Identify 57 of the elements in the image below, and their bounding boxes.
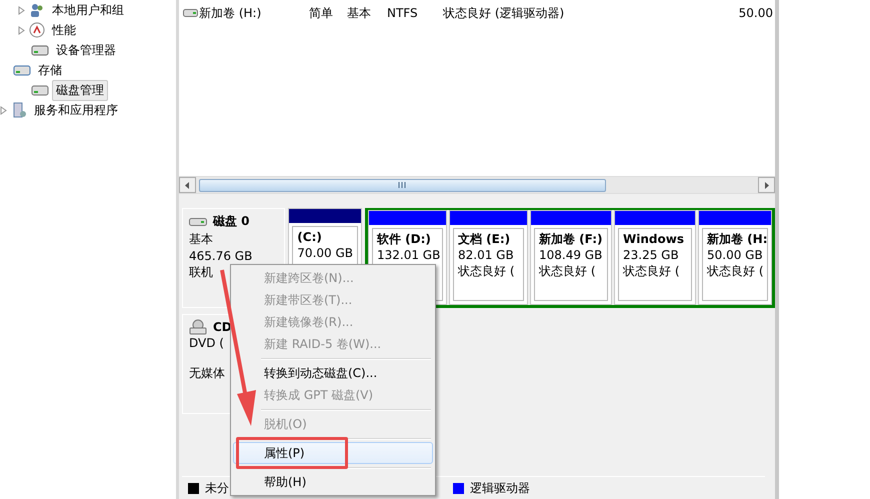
expand-icon[interactable] [0,106,8,114]
scroll-right-icon[interactable] [764,182,769,188]
drive-icon [183,8,199,18]
partition-size: 50.00 GB [707,247,763,263]
partition-name: 文档 (E:) [458,231,512,247]
menu-item[interactable]: 帮助(H) [233,471,433,493]
disk-detail: DVD ( [189,336,224,350]
disk-name: 磁盘 0 [213,213,250,230]
partition-size: 108.49 GB [539,247,603,263]
partition-name: 新加卷 (F:) [539,231,603,247]
partition-block[interactable]: Windows 23.25 GB 状态良好 ( [614,210,696,305]
drive-icon [189,216,207,226]
expand-icon[interactable] [18,6,26,14]
partition-block[interactable]: 新加卷 (F:) 108.49 GB 状态良好 ( [530,210,612,305]
volume-layout: 简单 [309,4,334,22]
partition-size: 82.01 GB [458,247,515,263]
disk-detail: 联机 [189,264,213,281]
partition-status: 状态良好 ( [707,263,763,279]
partition-name: Windows [623,231,685,247]
menu-item[interactable]: 属性(P) [233,442,433,464]
tree-item[interactable]: 存储 [34,60,66,80]
disk-detail: 465.76 GB [189,249,252,263]
partition-status: 状态良好 ( [539,263,596,279]
tree-item[interactable]: 服务和应用程序 [30,100,122,120]
disk-detail: 基本 [189,231,213,248]
volume-status: 状态良好 (逻辑驱动器) [443,4,566,22]
horizontal-scrollbar[interactable] [179,176,775,194]
tree-item[interactable]: 设备管理器 [52,40,120,60]
volume-name: 新加卷 (H:) [199,4,262,22]
server-icon [11,102,27,118]
partition-size: 132.01 GB [377,247,438,263]
expand-icon[interactable] [18,26,26,34]
legend-label: 逻辑驱动器 [470,480,530,496]
partition-size: 70.00 GB [297,245,353,261]
volume-filesystem: NTFS [387,6,419,20]
volume-type: 基本 [347,4,372,22]
tree-item[interactable]: 磁盘管理 [52,80,108,100]
grip-icon [398,182,407,188]
partition-header [699,211,771,225]
scroll-left-icon[interactable] [185,182,190,188]
cd-drive-icon [189,319,207,335]
tree-item[interactable]: 本地用户和组 [48,0,128,20]
partition-name: (C:) [297,229,323,245]
partition-block[interactable]: 文档 (E:) 82.01 GB 状态良好 ( [449,210,528,305]
partition-name: 软件 (D:) [377,231,432,247]
partition-size: 23.25 GB [623,247,680,263]
volume-capacity: 50.00 [738,6,773,20]
disk-detail: 无媒体 [189,365,225,382]
users-icon [29,2,45,18]
legend-label: 未分 [205,480,229,496]
partition-header [289,209,361,223]
partition-block[interactable]: 新加卷 (H: 50.00 GB 状态良好 ( [698,210,772,305]
partition-status: 状态良好 ( [623,263,680,279]
menu-item[interactable]: 转换到动态磁盘(C)... [233,362,433,384]
partition-status: 状态良好 ( [458,263,516,279]
tree-item[interactable]: 性能 [48,20,80,40]
gauge-icon [29,22,45,38]
